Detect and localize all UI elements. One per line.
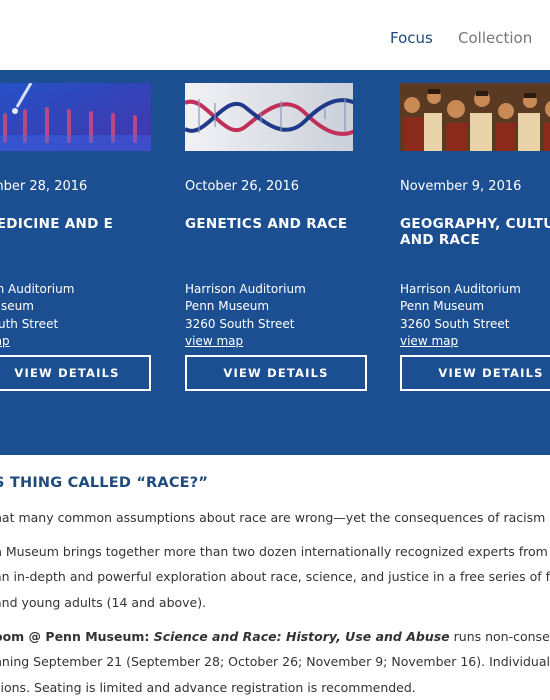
venue-museum: Museum [0, 299, 34, 314]
event-venue: Harrison Auditorium Penn Museum 3260 Sou… [400, 281, 521, 333]
view-details-button[interactable]: VIEW DETAILS [185, 355, 367, 391]
event-card: October 26, 2016 GENETICS AND RACE Harri… [185, 83, 370, 393]
event-card: ember 28, 2016 MEDICINE AND E son Audito… [0, 83, 168, 393]
article-paragraph-2-line-1: n Museum brings together more than two d… [0, 544, 550, 559]
view-map-link[interactable]: map [0, 334, 10, 348]
series-title: Science and Race: History, Use and Abuse [153, 629, 450, 644]
event-date: November 9, 2016 [400, 179, 522, 194]
schedule-text: runs non-consecutive We [453, 629, 550, 644]
dna-helix-image [185, 83, 353, 151]
event-venue: Harrison Auditorium Penn Museum 3260 Sou… [185, 281, 306, 333]
article-paragraph-2-line-3: and young adults (14 and above). [0, 595, 207, 610]
article-paragraph-1: hat many common assumptions about race a… [0, 510, 550, 525]
event-title: MEDICINE AND E [0, 216, 168, 232]
event-card: November 9, 2016 GEOGRAPHY, CULTU AND RA… [400, 83, 550, 393]
event-title: GEOGRAPHY, CULTU AND RACE [400, 216, 550, 248]
article-paragraph-3-line-3: sions. Seating is limited and advance re… [0, 680, 416, 695]
view-details-button[interactable]: VIEW DETAILS [400, 355, 550, 391]
event-date: October 26, 2016 [185, 179, 300, 194]
article-section: S THING CALLED “RACE?” hat many common a… [0, 455, 550, 700]
lab-pipette-image [0, 83, 151, 151]
events-band: ember 28, 2016 MEDICINE AND E son Audito… [0, 70, 550, 455]
event-title-line: MEDICINE AND E [0, 216, 114, 232]
event-venue: son Auditorium Museum South Street [0, 281, 74, 333]
venue-hall: son Auditorium [0, 282, 75, 296]
top-navigation: Focus Collection [0, 0, 550, 70]
venue-hall: Harrison Auditorium [185, 282, 306, 296]
event-title: GENETICS AND RACE [185, 216, 348, 232]
venue-street: 3260 South Street [185, 316, 295, 331]
venue-museum: Penn Museum [400, 299, 485, 314]
nav-focus-link[interactable]: Focus [390, 29, 433, 47]
nav-collection-link[interactable]: Collection [458, 29, 532, 47]
article-paragraph-3-line-1: oom @ Penn Museum: Science and Race: His… [0, 629, 550, 644]
venue-hall: Harrison Auditorium [400, 282, 521, 296]
article-paragraph-2-line-2: an in-depth and powerful exploration abo… [0, 569, 550, 584]
article-heading: S THING CALLED “RACE?” [0, 475, 209, 491]
venue-street: South Street [0, 316, 59, 331]
event-date: ember 28, 2016 [0, 179, 88, 194]
view-details-button[interactable]: VIEW DETAILS [0, 355, 151, 391]
venue-museum: Penn Museum [185, 299, 270, 314]
program-name: oom @ Penn Museum: [0, 629, 154, 644]
view-map-link[interactable]: view map [400, 334, 458, 348]
article-paragraph-3-line-2: nning September 21 (September 28; Octobe… [0, 654, 550, 669]
crowd-painting-image [400, 83, 550, 151]
venue-street: 3260 South Street [400, 316, 510, 331]
view-map-link[interactable]: view map [185, 334, 243, 348]
